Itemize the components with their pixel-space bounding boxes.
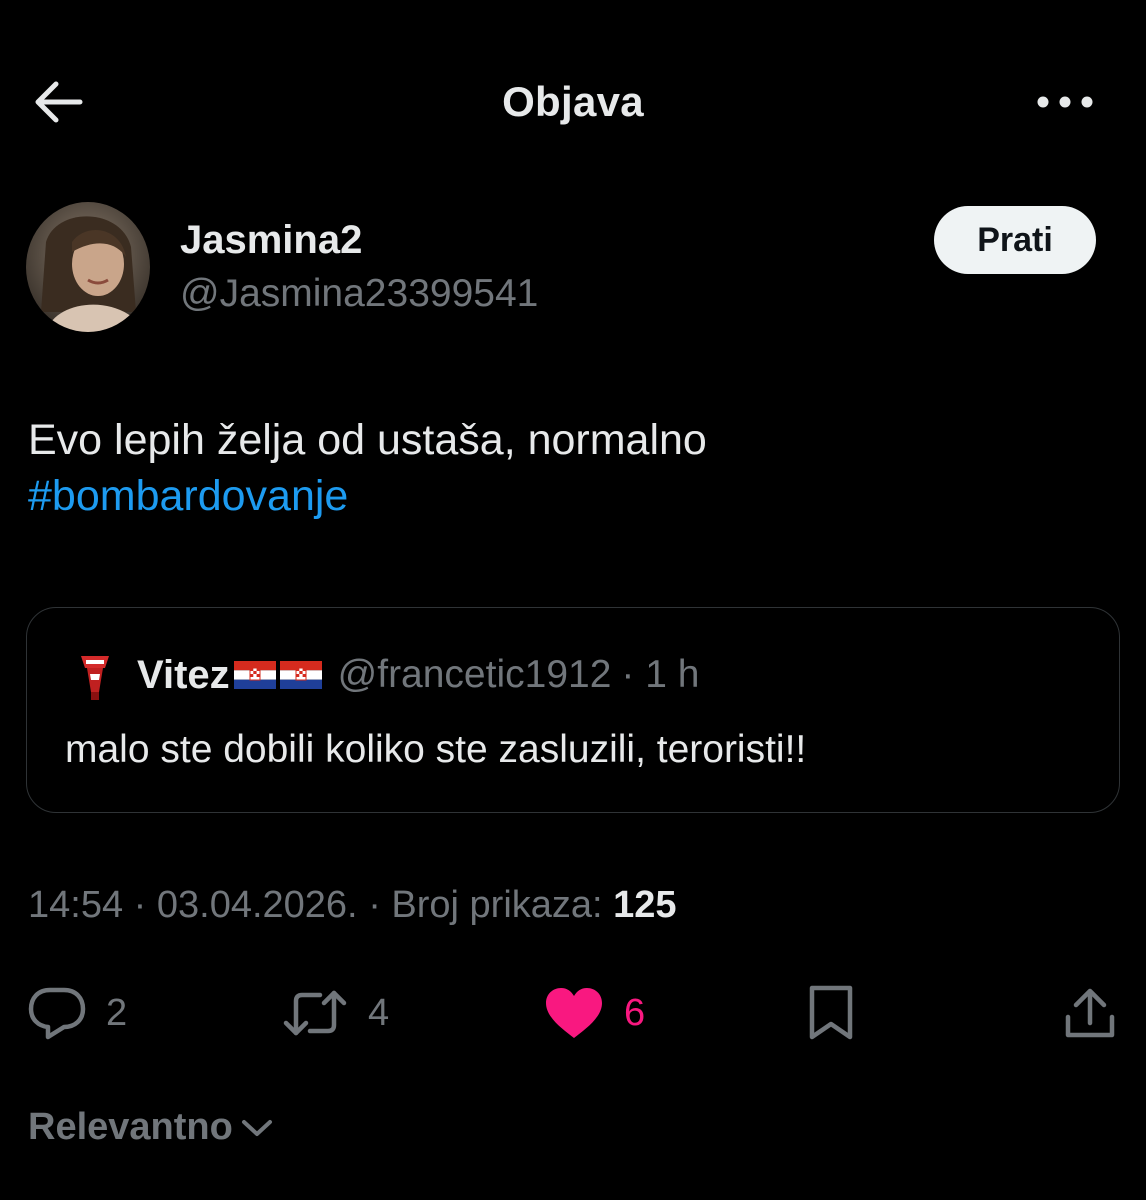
share-button[interactable] [1064, 978, 1116, 1048]
hashtag-link[interactable]: #bombardovanje [28, 468, 1118, 524]
croatia-flag-icon [279, 661, 322, 689]
action-bar: 2 4 6 [0, 970, 1146, 1054]
author-name[interactable]: Jasmina2 [180, 218, 362, 263]
views-label: · Broj prikaza: [368, 884, 603, 926]
post-date: · 03.04.2026. [133, 884, 358, 926]
share-icon [1065, 988, 1115, 1038]
post-author: Jasmina2 @Jasmina23399541 Prati [26, 200, 1120, 340]
reply-count: 2 [106, 991, 128, 1034]
repost-icon [283, 990, 347, 1036]
heart-filled-icon [546, 988, 602, 1038]
repost-count: 4 [368, 991, 390, 1034]
croatia-flag-icon [233, 661, 276, 689]
more-horizontal-icon [1037, 96, 1093, 108]
views-count: 125 [613, 884, 677, 926]
reply-icon [28, 987, 86, 1040]
quoted-author-name: Vitez [137, 652, 230, 697]
reply-button[interactable]: 2 [28, 978, 127, 1048]
quoted-post-time: · 1 h [621, 653, 700, 696]
reply-sort-dropdown[interactable]: Relevantno [28, 1106, 273, 1149]
like-count: 6 [624, 991, 646, 1034]
follow-button[interactable]: Prati [934, 206, 1096, 274]
bookmark-button[interactable] [806, 978, 856, 1048]
post-text: Evo lepih želja od ustaša, normalno #bom… [28, 412, 1118, 524]
quoted-avatar-icon [75, 646, 115, 704]
author-handle: @Jasmina23399541 [180, 272, 539, 315]
quoted-post-text: malo ste dobili koliko ste zasluzili, te… [65, 728, 807, 771]
page-title: Objava [502, 78, 644, 125]
top-bar: Objava [0, 0, 1146, 200]
repost-button[interactable]: 4 [282, 978, 389, 1048]
post-time: 14:54 [28, 884, 124, 926]
quoted-post[interactable]: Vitez @francetic1912 · 1 h malo ste dobi… [26, 607, 1120, 813]
post-body: Evo lepih želja od ustaša, normalno [28, 416, 707, 464]
more-options-button[interactable] [1030, 74, 1100, 130]
post-meta: 14:54 · 03.04.2026. · Broj prikaza: 125 [28, 884, 677, 927]
quoted-post-header: Vitez @francetic1912 · 1 h [75, 646, 699, 704]
like-button[interactable]: 6 [544, 978, 645, 1048]
sort-label: Relevantno [28, 1106, 233, 1148]
chevron-down-icon [241, 1119, 272, 1136]
bookmark-icon [809, 985, 853, 1040]
avatar[interactable] [26, 202, 150, 332]
quoted-author-handle: @francetic1912 [337, 653, 612, 696]
